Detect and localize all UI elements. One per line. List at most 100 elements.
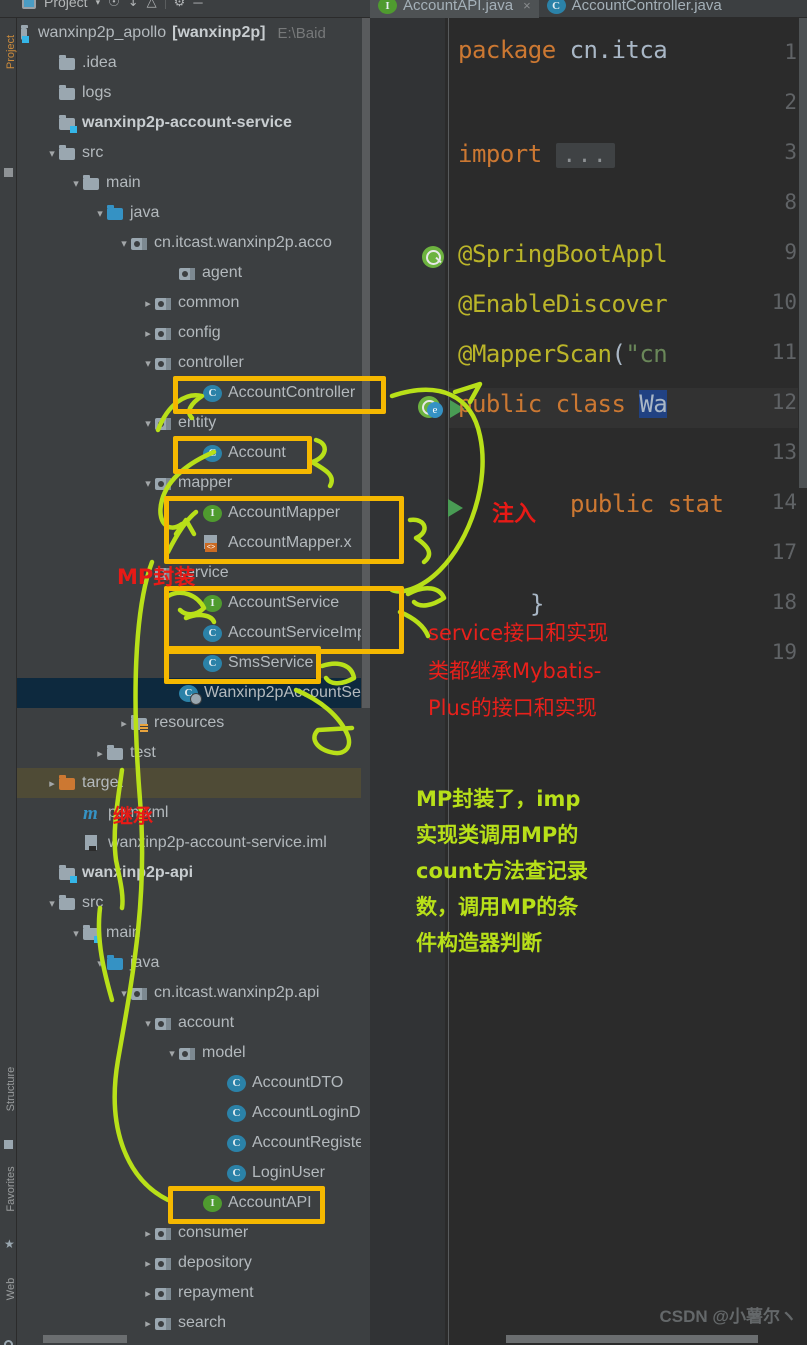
chevron-down-icon[interactable] (93, 957, 107, 970)
tree-horizontal-scrollbar[interactable] (43, 1335, 127, 1343)
editor-gutter[interactable] (370, 18, 445, 1345)
chevron-down-icon[interactable] (141, 477, 155, 490)
editor-horizontal-scrollbar[interactable] (506, 1335, 758, 1343)
tree-item-wanxinp2p-account-service-iml[interactable]: wanxinp2p-account-service.iml (17, 828, 370, 858)
project-tree-panel[interactable]: wanxinp2p_apollo [wanxinp2p] E:\Baid .id… (17, 18, 370, 1345)
chevron-right-icon[interactable] (141, 1227, 155, 1240)
chevron-right-icon[interactable] (141, 297, 155, 310)
tree-item-entity[interactable]: entity (17, 408, 370, 438)
module-folder-icon (59, 114, 77, 133)
tree-item-accountregiste[interactable]: C AccountRegiste (17, 1128, 370, 1158)
chevron-right-icon[interactable] (141, 1257, 155, 1270)
tree-item-account[interactable]: account (17, 1008, 370, 1038)
tree-item-accountapi[interactable]: I AccountAPI (17, 1188, 370, 1218)
code-line-10: @EnableDiscover (458, 290, 668, 318)
spring-bean-icon[interactable] (422, 246, 444, 268)
strip-item-project[interactable]: Project (5, 17, 17, 87)
chevron-down-icon[interactable] (141, 1017, 155, 1030)
tree-item-accountmapper[interactable]: I AccountMapper (17, 498, 370, 528)
run-icon[interactable] (448, 499, 463, 517)
tab-account-controller[interactable]: C AccountController.java (539, 0, 730, 18)
chevron-down-icon[interactable] (117, 237, 131, 250)
tree-item-accountcontroller[interactable]: C AccountController (17, 378, 370, 408)
tree-item-search[interactable]: search (17, 1308, 370, 1338)
tree-item-label: repayment (178, 1284, 254, 1301)
collapse-all-icon[interactable]: ↧ (128, 0, 139, 10)
chevron-down-icon[interactable] (69, 927, 83, 940)
class-icon: C (227, 1074, 246, 1092)
chevron-down-icon[interactable] (93, 207, 107, 220)
chevron-down-icon[interactable] (141, 417, 155, 430)
tree-item-accountdto[interactable]: C AccountDTO (17, 1068, 370, 1098)
tree-item-accountmapper-x[interactable]: <> AccountMapper.x (17, 528, 370, 558)
tool-window-strip: Project Structure Favorites ★ Web (0, 18, 17, 1345)
tree-item--idea[interactable]: .idea (17, 48, 370, 78)
tree-item-controller[interactable]: controller (17, 348, 370, 378)
tree-item-pom-xml[interactable]: m pom.xml (17, 798, 370, 828)
locate-icon[interactable]: ☉ (108, 0, 120, 10)
chevron-down-icon[interactable] (69, 177, 83, 190)
tree-item-mapper[interactable]: mapper (17, 468, 370, 498)
tree-item-test[interactable]: test (17, 738, 370, 768)
tree-item-java[interactable]: java (17, 198, 370, 228)
chevron-right-icon[interactable] (141, 327, 155, 340)
tree-item-repayment[interactable]: repayment (17, 1278, 370, 1308)
folded-imports[interactable]: ... (555, 143, 616, 168)
chevron-right-icon[interactable] (117, 717, 131, 730)
tree-item-consumer[interactable]: consumer (17, 1218, 370, 1248)
chevron-down-icon[interactable] (165, 1047, 179, 1060)
line-number: 13 (771, 440, 797, 464)
tree-item-config[interactable]: config (17, 318, 370, 348)
chevron-down-icon[interactable]: ▾ (96, 0, 101, 8)
chevron-right-icon[interactable] (141, 1287, 155, 1300)
tree-vertical-scrollbar[interactable] (361, 18, 370, 1345)
scrollbar-thumb[interactable] (799, 18, 807, 488)
tree-item-accountlogind[interactable]: C AccountLoginD (17, 1098, 370, 1128)
tree-item-accountserviceimp[interactable]: C AccountServiceImp (17, 618, 370, 648)
tree-item-src[interactable]: src (17, 138, 370, 168)
tree-item-common[interactable]: common (17, 288, 370, 318)
tree-item-agent[interactable]: agent (17, 258, 370, 288)
tree-item-account[interactable]: C Account (17, 438, 370, 468)
tree-item-target[interactable]: target (17, 768, 370, 798)
code-editor[interactable]: 1 2 3 8 9 10 11 12 13 14 17 18 19 e + + … (370, 18, 807, 1345)
tree-item-service[interactable]: service (17, 558, 370, 588)
chevron-right-icon[interactable] (141, 1317, 155, 1330)
tree-item-cn-itcast-wanxinp2p-acco[interactable]: cn.itcast.wanxinp2p.acco (17, 228, 370, 258)
tree-item-model[interactable]: model (17, 1038, 370, 1068)
tree-item-cn-itcast-wanxinp2p-api[interactable]: cn.itcast.wanxinp2p.api (17, 978, 370, 1008)
tree-item-wanxinp2p-account-service[interactable]: wanxinp2p-account-service (17, 108, 370, 138)
tree-item-wanxinp2p-api[interactable]: wanxinp2p-api (17, 858, 370, 888)
tree-item-resources[interactable]: resources (17, 708, 370, 738)
tree-item-src[interactable]: src (17, 888, 370, 918)
tree-item-depository[interactable]: depository (17, 1248, 370, 1278)
gear-icon[interactable]: ⚙ (174, 0, 186, 10)
close-icon[interactable]: × (523, 0, 531, 13)
chevron-down-icon[interactable] (117, 987, 131, 1000)
editor-vertical-scrollbar[interactable] (798, 18, 807, 1345)
tree-item-smsservice[interactable]: C SmsService (17, 648, 370, 678)
tab-account-api[interactable]: I AccountAPI.java × (370, 0, 539, 18)
tree-item-main[interactable]: main (17, 168, 370, 198)
tree-item-label: src (82, 144, 104, 161)
chevron-right-icon[interactable] (45, 777, 59, 790)
chevron-down-icon[interactable] (141, 357, 155, 370)
tree-item-label: config (178, 324, 221, 341)
tree-item-accountservice[interactable]: I AccountService (17, 588, 370, 618)
scrollbar-thumb[interactable] (362, 18, 370, 708)
tree-root-row[interactable]: wanxinp2p_apollo [wanxinp2p] E:\Baid (17, 18, 370, 48)
tree-item-main[interactable]: main (17, 918, 370, 948)
tree-item-java[interactable]: java (17, 948, 370, 978)
tree-item-label: model (202, 1044, 246, 1061)
minimize-icon[interactable]: ─ (193, 0, 202, 10)
strip-item-web[interactable]: Web (5, 1254, 17, 1324)
strip-item-favorites[interactable]: Favorites (5, 1154, 17, 1224)
chevron-down-icon[interactable] (45, 147, 59, 160)
expand-icon[interactable]: △ (147, 0, 157, 10)
strip-item-structure[interactable]: Structure (5, 1054, 17, 1124)
tree-item-wanxinp2paccountse[interactable]: C Wanxinp2pAccountSe (17, 678, 370, 708)
chevron-down-icon[interactable] (45, 897, 59, 910)
tree-item-loginuser[interactable]: C LoginUser (17, 1158, 370, 1188)
chevron-right-icon[interactable] (93, 747, 107, 760)
tree-item-logs[interactable]: logs (17, 78, 370, 108)
